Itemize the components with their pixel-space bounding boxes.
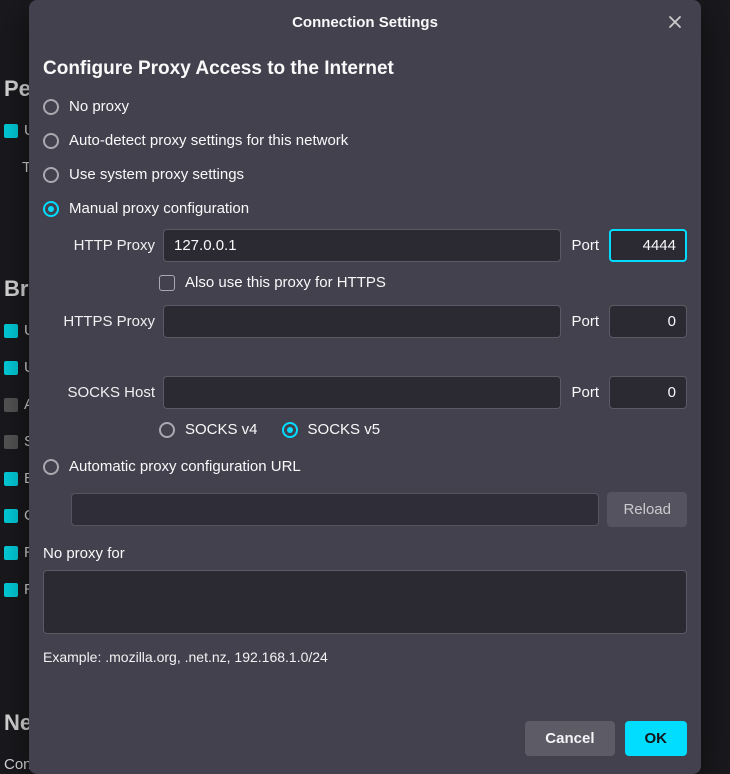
- radio-icon: [43, 99, 59, 115]
- pac-url-input[interactable]: [71, 493, 599, 526]
- dialog-title: Connection Settings: [292, 14, 438, 31]
- radio-label: Manual proxy configuration: [69, 200, 249, 217]
- proxy-mode-radiogroup: No proxy Auto-detect proxy settings for …: [43, 98, 687, 217]
- dialog-body: Configure Proxy Access to the Internet N…: [29, 44, 701, 709]
- ok-button[interactable]: OK: [625, 721, 688, 756]
- radio-label: SOCKS v5: [308, 421, 381, 438]
- radio-socks-v4[interactable]: SOCKS v4: [159, 421, 258, 438]
- https-proxy-label: HTTPS Proxy: [43, 313, 155, 330]
- port-label: Port: [569, 237, 601, 254]
- radio-icon: [43, 201, 59, 217]
- pac-url-row: Reload: [71, 492, 687, 527]
- port-label: Port: [569, 313, 601, 330]
- radio-label: SOCKS v4: [185, 421, 258, 438]
- dialog-titlebar: Connection Settings: [29, 0, 701, 44]
- radio-system-proxy[interactable]: Use system proxy settings: [43, 166, 687, 183]
- http-proxy-label: HTTP Proxy: [43, 237, 155, 254]
- socks-version-radiogroup: SOCKS v4 SOCKS v5: [159, 421, 687, 438]
- https-proxy-row: HTTPS Proxy Port: [43, 305, 687, 338]
- radio-auto-detect[interactable]: Auto-detect proxy settings for this netw…: [43, 132, 687, 149]
- socks-host-row: SOCKS Host Port: [43, 376, 687, 409]
- connection-settings-dialog: Connection Settings Configure Proxy Acce…: [29, 0, 701, 774]
- no-proxy-example: Example: .mozilla.org, .net.nz, 192.168.…: [43, 649, 687, 665]
- no-proxy-for-textarea[interactable]: [43, 570, 687, 634]
- http-proxy-row: HTTP Proxy Port: [43, 229, 687, 262]
- radio-label: No proxy: [69, 98, 129, 115]
- socks-host-label: SOCKS Host: [43, 384, 155, 401]
- socks-host-input[interactable]: [163, 376, 561, 409]
- radio-auto-config-url[interactable]: Automatic proxy configuration URL: [43, 458, 687, 475]
- checkbox-icon: [159, 275, 175, 291]
- section-heading: Configure Proxy Access to the Internet: [43, 58, 687, 80]
- radio-icon: [282, 422, 298, 438]
- radio-icon: [43, 133, 59, 149]
- radio-label: Automatic proxy configuration URL: [69, 458, 301, 475]
- radio-socks-v5[interactable]: SOCKS v5: [282, 421, 381, 438]
- cancel-button[interactable]: Cancel: [525, 721, 614, 756]
- http-proxy-port-input[interactable]: [609, 229, 687, 262]
- socks-port-input[interactable]: [609, 376, 687, 409]
- radio-icon: [43, 459, 59, 475]
- radio-label: Auto-detect proxy settings for this netw…: [69, 132, 348, 149]
- http-proxy-host-input[interactable]: [163, 229, 561, 262]
- close-button[interactable]: [661, 8, 689, 36]
- radio-no-proxy[interactable]: No proxy: [43, 98, 687, 115]
- also-use-https-checkbox[interactable]: Also use this proxy for HTTPS: [159, 274, 687, 291]
- checkbox-label: Also use this proxy for HTTPS: [185, 274, 386, 291]
- close-icon: [668, 15, 682, 29]
- dialog-footer: Cancel OK: [29, 709, 701, 774]
- no-proxy-for-label: No proxy for: [43, 545, 687, 562]
- radio-icon: [159, 422, 175, 438]
- https-proxy-host-input[interactable]: [163, 305, 561, 338]
- radio-icon: [43, 167, 59, 183]
- port-label: Port: [569, 384, 601, 401]
- radio-label: Use system proxy settings: [69, 166, 244, 183]
- radio-manual-proxy[interactable]: Manual proxy configuration: [43, 200, 687, 217]
- reload-button[interactable]: Reload: [607, 492, 687, 527]
- https-proxy-port-input[interactable]: [609, 305, 687, 338]
